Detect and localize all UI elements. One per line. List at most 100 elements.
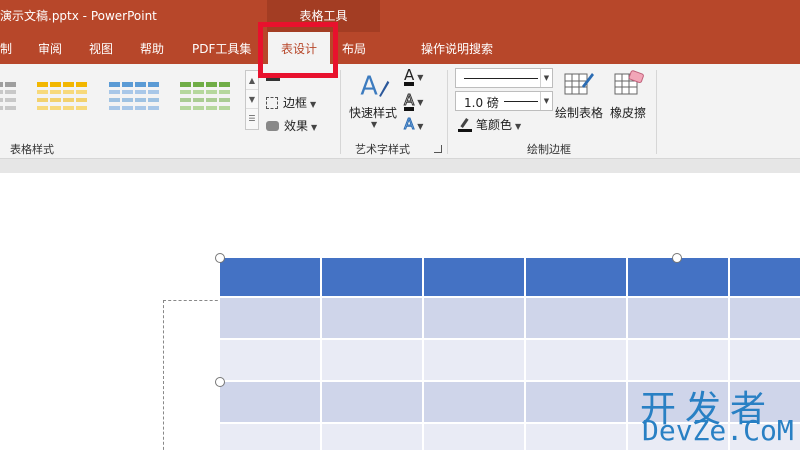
table-cell[interactable] bbox=[730, 340, 800, 382]
resize-handle[interactable] bbox=[215, 253, 225, 263]
table-row bbox=[220, 340, 800, 382]
wordart-group-label: 艺术字样式 bbox=[355, 143, 410, 156]
group-divider bbox=[340, 70, 341, 154]
table-cell[interactable] bbox=[730, 258, 800, 298]
svg-text:A: A bbox=[360, 71, 378, 100]
chevron-down-icon: ▼ bbox=[540, 69, 552, 87]
table-cell[interactable] bbox=[322, 424, 424, 450]
chevron-down-icon: ▼ bbox=[417, 98, 424, 107]
table-cell[interactable] bbox=[322, 382, 424, 424]
tab-table-design-label: 表设计 bbox=[280, 42, 317, 56]
resize-handle[interactable] bbox=[215, 377, 225, 387]
table-cell[interactable] bbox=[220, 382, 322, 424]
text-effects-button[interactable]: A ▼ bbox=[403, 115, 424, 133]
table-cell[interactable] bbox=[322, 340, 424, 382]
table-header-row bbox=[220, 258, 800, 298]
document-title: 演示文稿.pptx - PowerPoint bbox=[0, 9, 157, 23]
pen-weight-line bbox=[504, 101, 538, 102]
table-cell[interactable] bbox=[220, 424, 322, 450]
text-fill-button[interactable]: A ▼ bbox=[404, 68, 423, 86]
quick-styles-label: 快速样式 bbox=[349, 106, 398, 120]
table-cell[interactable] bbox=[526, 382, 628, 424]
group-divider bbox=[656, 70, 657, 154]
chevron-down-icon: ▼ bbox=[371, 120, 378, 129]
table-cell[interactable] bbox=[424, 424, 526, 450]
content-placeholder[interactable] bbox=[163, 300, 223, 450]
text-fill-icon: A bbox=[404, 66, 415, 86]
table-cell[interactable] bbox=[220, 258, 322, 298]
tab-help[interactable]: 帮助 bbox=[140, 40, 164, 57]
chevron-down-icon: ▼ bbox=[311, 123, 318, 132]
table-style-green[interactable] bbox=[178, 80, 236, 120]
tab-table-design[interactable]: 表设计 bbox=[268, 32, 330, 65]
chevron-down-icon: ▼ bbox=[515, 122, 522, 131]
effects-icon bbox=[266, 121, 279, 131]
table-cell[interactable] bbox=[322, 298, 424, 340]
pen-color-icon bbox=[458, 118, 472, 132]
gallery-up-icon[interactable]: ▲ bbox=[246, 71, 258, 90]
table-cell[interactable] bbox=[424, 298, 526, 340]
draw-table-button[interactable]: 绘制表格 bbox=[554, 68, 606, 120]
quick-styles-button[interactable]: A 快速样式 ▼ bbox=[345, 68, 403, 132]
table-cell[interactable] bbox=[220, 340, 322, 382]
table-cell[interactable] bbox=[424, 340, 526, 382]
table-cell[interactable] bbox=[526, 298, 628, 340]
watermark-en: DevZe.CoM bbox=[642, 414, 794, 447]
table-styles-group-label: 表格样式 bbox=[10, 143, 54, 156]
table-cell[interactable] bbox=[424, 258, 526, 298]
table-cell[interactable] bbox=[220, 298, 322, 340]
gallery-more-icon[interactable]: ☰ bbox=[246, 109, 258, 128]
table-cell[interactable] bbox=[424, 382, 526, 424]
group-divider bbox=[447, 70, 448, 154]
tab-layout[interactable]: 布局 bbox=[342, 40, 366, 57]
pen-style-dropdown[interactable]: ▼ bbox=[455, 68, 553, 88]
tab-view[interactable]: 视图 bbox=[89, 40, 113, 57]
text-effects-icon: A bbox=[403, 115, 415, 133]
table-style-gold[interactable] bbox=[35, 80, 93, 120]
resize-handle[interactable] bbox=[672, 253, 682, 263]
effects-button[interactable]: 效果 ▼ bbox=[266, 117, 317, 134]
table-cell[interactable] bbox=[526, 340, 628, 382]
table-cell[interactable] bbox=[628, 340, 730, 382]
shading-button[interactable] bbox=[266, 70, 280, 84]
tab-review[interactable]: 审阅 bbox=[38, 40, 62, 57]
table-cell[interactable] bbox=[526, 258, 628, 298]
chevron-down-icon: ▼ bbox=[310, 100, 317, 109]
pen-weight-dropdown[interactable]: 1.0 磅 ▼ bbox=[455, 91, 553, 111]
chevron-down-icon: ▼ bbox=[417, 73, 424, 82]
title-bar: 演示文稿.pptx - PowerPoint bbox=[0, 0, 800, 32]
pen-weight-value: 1.0 磅 bbox=[464, 96, 499, 110]
gallery-down-icon[interactable]: ▼ bbox=[246, 90, 258, 109]
draw-table-icon bbox=[564, 73, 594, 95]
style-gallery-scroller[interactable]: ▲ ▼ ☰ bbox=[245, 70, 259, 130]
chevron-down-icon: ▼ bbox=[540, 92, 552, 110]
draw-table-label: 绘制表格 bbox=[555, 106, 604, 120]
table-style-blue[interactable] bbox=[107, 80, 165, 120]
shading-icon bbox=[266, 71, 280, 81]
border-icon bbox=[266, 97, 278, 109]
border-button[interactable]: 边框 ▼ bbox=[266, 94, 316, 111]
table-cell[interactable] bbox=[526, 424, 628, 450]
tab-draw[interactable]: 制 bbox=[0, 40, 12, 57]
dialog-launcher-icon[interactable] bbox=[434, 145, 442, 153]
chevron-down-icon: ▼ bbox=[417, 122, 424, 131]
tell-me-search[interactable]: 操作说明搜索 bbox=[421, 40, 493, 57]
table-row bbox=[220, 298, 800, 340]
table-cell[interactable] bbox=[322, 258, 424, 298]
text-outline-button[interactable]: A ▼ bbox=[403, 91, 424, 111]
pen-color-button[interactable]: 笔颜色 ▼ bbox=[458, 116, 521, 133]
tab-pdf-tools[interactable]: PDF工具集 bbox=[192, 40, 251, 57]
pen-style-line bbox=[464, 78, 538, 79]
table-cell[interactable] bbox=[628, 298, 730, 340]
ribbon: ▲ ▼ ☰ 边框 ▼ 效果 ▼ 表格样式 A 快速样式 ▼ A ▼ A ▼ A ▼ 艺术字… bbox=[0, 64, 800, 159]
context-tools-label: 表格工具 bbox=[299, 9, 348, 23]
eraser-label: 橡皮擦 bbox=[610, 106, 647, 120]
wordart-a-icon: A bbox=[360, 71, 390, 100]
table-style-gray[interactable] bbox=[0, 80, 20, 120]
table-cell[interactable] bbox=[730, 298, 800, 340]
eraser-button[interactable]: 橡皮擦 bbox=[608, 68, 650, 120]
draw-borders-group-label: 绘制边框 bbox=[527, 143, 571, 156]
ribbon-tab-row: 制 审阅 视图 帮助 PDF工具集 布局 操作说明搜索 bbox=[0, 32, 800, 87]
text-outline-icon: A bbox=[403, 91, 415, 111]
table-cell[interactable] bbox=[628, 258, 730, 298]
